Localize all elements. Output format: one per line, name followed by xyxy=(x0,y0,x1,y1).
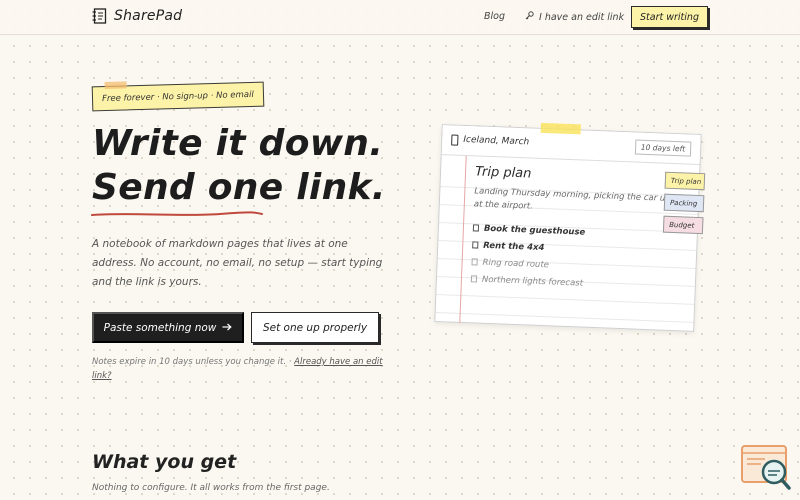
top-nav: SharePad Blog I have an edit link Start … xyxy=(0,0,800,35)
tab-trip-plan: Trip plan xyxy=(664,171,706,191)
nav-link-blog[interactable]: Blog xyxy=(484,11,505,22)
brand[interactable]: SharePad xyxy=(92,8,182,24)
page-tabs: Trip plan Packing Budget xyxy=(662,171,706,239)
nav-link-edit-label: I have an edit link xyxy=(539,11,625,23)
expiry-note-text: Notes expire in 10 days unless you chang… xyxy=(92,357,295,367)
hero-description: A notebook of markdown pages that lives … xyxy=(92,238,383,288)
hero-title-line2: Send one link. xyxy=(92,167,386,208)
notebook-preview-card: Iceland, March 10 days left Trip plan La… xyxy=(434,122,706,332)
card-body: Trip plan Landing Thursday morning, pick… xyxy=(470,164,681,295)
page-title: Trip plan xyxy=(474,164,532,182)
nav-link-edit[interactable]: I have an edit link xyxy=(525,11,624,23)
todo-label: Ring road route xyxy=(482,257,550,270)
key-icon xyxy=(525,11,534,23)
brand-name: SharePad xyxy=(114,8,183,24)
set-up-properly-button[interactable]: Set one up properly xyxy=(251,312,379,343)
features-title: What you get xyxy=(92,451,237,473)
magnifier-logo-icon xyxy=(741,444,791,492)
todo-label: Book the guesthouse xyxy=(483,223,586,238)
notebook-icon xyxy=(92,8,107,24)
checkbox-icon xyxy=(472,241,479,249)
page-description: Landing Thursday morning, picking the ca… xyxy=(473,186,671,212)
notebook-title: Iceland, March xyxy=(463,134,530,148)
expiry-note: Notes expire in 10 days unless you chang… xyxy=(92,355,392,383)
tape-strip xyxy=(104,81,127,90)
start-writing-button[interactable]: Start writing xyxy=(631,6,708,28)
margin-line xyxy=(459,156,467,323)
tagline-badge: Free forever · No sign-up · No email xyxy=(91,81,265,112)
paste-something-button[interactable]: Paste something now xyxy=(92,312,244,343)
hand-drawn-underline xyxy=(91,211,263,216)
tagline-text: Free forever · No sign-up · No email xyxy=(101,89,254,104)
checkbox-icon xyxy=(470,275,478,283)
tab-packing: Packing xyxy=(663,193,705,213)
arrow-right-icon xyxy=(222,322,233,334)
hero-title-line1: Write it down. xyxy=(92,123,384,164)
lock-icon xyxy=(451,134,459,146)
todo-label: Rent the 4x4 xyxy=(483,240,545,253)
features-subtitle: Nothing to configure. It all works from … xyxy=(92,483,330,493)
checkbox-icon xyxy=(472,224,480,232)
expiry-badge: 10 days left xyxy=(634,139,692,157)
tape-strip xyxy=(540,122,581,135)
todo-label: Northern lights forecast xyxy=(481,274,584,289)
tab-budget: Budget xyxy=(662,215,704,235)
paste-something-label: Paste something now xyxy=(103,321,217,334)
hero-title: Write it down. Send one link. xyxy=(92,122,386,210)
checkbox-icon xyxy=(471,258,478,266)
